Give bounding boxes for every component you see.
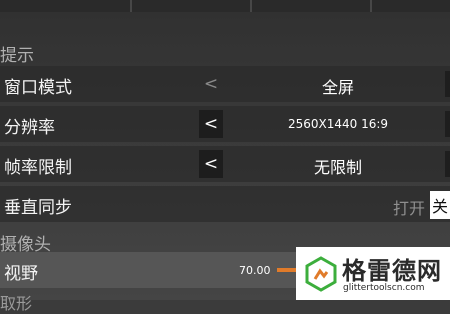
top-tab-strip xyxy=(0,0,450,12)
resolution-next-button[interactable] xyxy=(445,111,450,137)
resolution-label: 分辨率 xyxy=(4,118,55,138)
frame-limit-value: 无限制 xyxy=(313,158,362,177)
fov-label: 视野 xyxy=(4,264,38,284)
resolution-prev-button[interactable]: < xyxy=(199,110,223,138)
tab-divider xyxy=(370,0,372,12)
row-frame-limit[interactable]: 帧率限制 < 无限制 xyxy=(0,146,450,182)
frame-limit-label: 帧率限制 xyxy=(4,158,72,178)
window-mode-next-button[interactable] xyxy=(445,71,450,97)
tab-divider xyxy=(130,0,132,12)
resolution-value: 2560X1440 16:9 xyxy=(287,117,389,131)
fov-value: 70.00 xyxy=(239,264,271,277)
section-header-partial: 取形 xyxy=(0,294,33,313)
window-mode-prev-button[interactable]: < xyxy=(199,70,223,98)
tab-divider xyxy=(250,0,252,12)
watermark-title: 格雷德网 xyxy=(342,257,442,285)
row-resolution[interactable]: 分辨率 < 2560X1440 16:9 xyxy=(0,106,450,142)
row-window-mode[interactable]: 窗口模式 < 全屏 xyxy=(0,66,450,102)
watermark: 格雷德网 glittertoolscn.com xyxy=(296,247,450,300)
frame-limit-next-button[interactable] xyxy=(445,151,450,177)
vsync-off-option[interactable]: 关 xyxy=(430,191,450,219)
watermark-url: glittertoolscn.com xyxy=(343,283,425,293)
section-header-hint: 提示 xyxy=(0,46,34,66)
vsync-on-option[interactable]: 打开 xyxy=(393,195,425,219)
watermark-logo-icon xyxy=(305,256,337,292)
vsync-label: 垂直同步 xyxy=(4,198,72,218)
frame-limit-prev-button[interactable]: < xyxy=(199,150,223,178)
window-mode-label: 窗口模式 xyxy=(4,78,72,98)
row-vsync[interactable]: 垂直同步 打开 关 xyxy=(0,186,450,222)
window-mode-value: 全屏 xyxy=(321,78,354,97)
